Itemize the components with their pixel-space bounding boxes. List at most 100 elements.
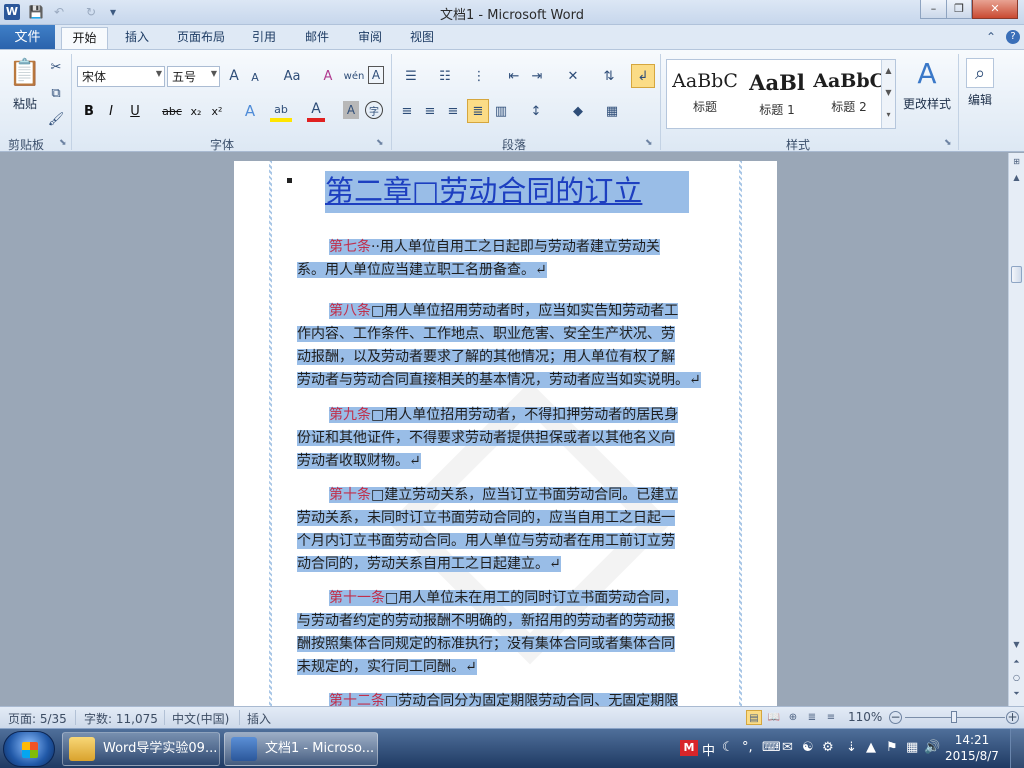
paragraph-article-10[interactable]: 第十条□建立劳动关系，应当订立书面劳动合同。已建立 劳动关系，未同时订立书面劳动… bbox=[297, 484, 715, 576]
paragraph-article-12[interactable]: 第十二条□劳动合同分为固定期限劳动合同、无固定期限 bbox=[297, 690, 715, 706]
bullets-icon[interactable]: ☰ bbox=[398, 66, 424, 86]
web-layout-icon[interactable]: ⊕ bbox=[785, 710, 801, 725]
ime-moon-icon[interactable]: ☾ bbox=[722, 740, 734, 755]
taskbar-item-explorer[interactable]: Word导学实验09... bbox=[62, 732, 220, 766]
help-icon[interactable]: ? bbox=[1006, 30, 1020, 44]
italic-button[interactable]: I bbox=[102, 101, 120, 121]
word-count-status[interactable]: 字数: 11,075 bbox=[84, 710, 158, 727]
ime-mode-label[interactable]: 中 bbox=[702, 740, 715, 759]
paragraph-borders-icon[interactable]: ▦ bbox=[600, 101, 624, 121]
font-name-combo[interactable]: 宋体 ▼ bbox=[77, 66, 165, 87]
ime-punct-icon[interactable]: °, bbox=[742, 740, 753, 755]
zoom-out-button[interactable]: − bbox=[889, 711, 902, 724]
find-binoculars-icon[interactable]: ⌕ bbox=[966, 58, 994, 88]
enclose-char-button[interactable]: 字 bbox=[365, 101, 383, 119]
tray-expand-icon[interactable]: ▲ bbox=[866, 740, 876, 755]
paste-icon[interactable]: 📋 bbox=[9, 56, 41, 90]
next-page-icon[interactable]: ⏷ bbox=[1010, 687, 1023, 701]
increase-indent-icon[interactable]: ⇥ bbox=[528, 66, 546, 86]
full-screen-reading-icon[interactable]: 📖 bbox=[766, 710, 782, 725]
print-layout-view-icon[interactable]: ▤ bbox=[746, 710, 762, 725]
tab-home[interactable]: 开始 bbox=[61, 27, 108, 50]
ime-settings-icon[interactable]: ⚙ bbox=[822, 740, 834, 755]
ime-expand-icon[interactable]: ⇣ bbox=[846, 740, 857, 755]
sort-icon[interactable]: ⇅ bbox=[598, 66, 620, 86]
previous-page-icon[interactable]: ⏶ bbox=[1010, 655, 1023, 669]
line-spacing-icon[interactable]: ↕ bbox=[524, 101, 548, 121]
page-count-status[interactable]: 页面: 5/35 bbox=[8, 710, 67, 727]
restore-button[interactable]: ❐ bbox=[946, 0, 972, 19]
zoom-in-button[interactable]: + bbox=[1006, 711, 1019, 724]
ruler-toggle-icon[interactable]: ⊞ bbox=[1010, 155, 1023, 169]
clipboard-launcher-icon[interactable]: ⬊ bbox=[59, 138, 67, 148]
font-color-button[interactable]: A bbox=[307, 100, 325, 122]
style-item-heading1[interactable]: AaBl 标题 1 bbox=[741, 62, 813, 124]
font-size-combo[interactable]: 五号 ▼ bbox=[167, 66, 220, 87]
paste-button[interactable]: 粘贴 bbox=[5, 94, 45, 112]
paragraph-article-8[interactable]: 第八条□用人单位招用劳动者时，应当如实告知劳动者工 作内容、工作条件、工作地点、… bbox=[297, 300, 715, 392]
char-border-icon[interactable]: A bbox=[368, 66, 384, 84]
draft-view-icon[interactable]: ≡ bbox=[823, 710, 839, 725]
ime-tools-icon[interactable]: ✉ bbox=[782, 740, 793, 755]
style-item-title[interactable]: AaBbC 标题 bbox=[669, 62, 741, 124]
ime-m-icon[interactable]: M bbox=[680, 740, 698, 756]
tab-page-layout[interactable]: 页面布局 bbox=[170, 27, 232, 50]
network-icon[interactable]: ▦ bbox=[906, 740, 918, 755]
volume-icon[interactable]: 🔊 bbox=[924, 740, 940, 755]
start-button[interactable] bbox=[3, 731, 55, 767]
system-clock[interactable]: 14:21 2015/8/7 bbox=[942, 732, 1002, 764]
zoom-slider-thumb[interactable] bbox=[951, 711, 957, 723]
tab-insert[interactable]: 插入 bbox=[115, 27, 159, 50]
underline-button[interactable]: U bbox=[126, 101, 144, 121]
change-styles-button[interactable]: 更改样式 bbox=[900, 94, 954, 112]
scroll-up-icon[interactable]: ▲ bbox=[1010, 171, 1023, 185]
paragraph-article-7[interactable]: 第七条··用人单位自用工之日起即与劳动者建立劳动关 系。用人单位应当建立职工名册… bbox=[297, 236, 715, 282]
collapse-ribbon-icon[interactable]: ⌃ bbox=[986, 30, 996, 44]
text-effects-button[interactable]: A bbox=[240, 100, 260, 122]
copy-icon[interactable]: ⧉ bbox=[47, 84, 65, 102]
outline-view-icon[interactable]: ≣ bbox=[804, 710, 820, 725]
scroll-thumb[interactable] bbox=[1011, 266, 1022, 283]
char-shading-button[interactable]: A bbox=[343, 101, 359, 119]
paragraph-article-11[interactable]: 第十一条□用人单位未在用工的同时订立书面劳动合同， 与劳动者约定的劳动报酬不明确… bbox=[297, 587, 715, 679]
multilevel-list-icon[interactable]: ⋮ bbox=[466, 66, 492, 86]
numbering-icon[interactable]: ☷ bbox=[432, 66, 458, 86]
zoom-level[interactable]: 110% bbox=[848, 710, 882, 724]
chinese-layout-icon[interactable]: ✕ bbox=[560, 66, 586, 86]
align-left-icon[interactable]: ≡ bbox=[398, 101, 416, 121]
decrease-indent-icon[interactable]: ⇤ bbox=[505, 66, 523, 86]
paragraph-article-9[interactable]: 第九条□用人单位招用劳动者，不得扣押劳动者的居民身 份证和其他证件，不得要求劳动… bbox=[297, 404, 715, 473]
browse-object-icon[interactable]: ○ bbox=[1010, 671, 1023, 685]
strikethrough-button[interactable]: abc bbox=[160, 101, 184, 121]
close-button[interactable]: ✕ bbox=[972, 0, 1018, 19]
format-painter-icon[interactable]: 🖌 bbox=[47, 110, 65, 128]
change-styles-icon[interactable]: A bbox=[912, 56, 942, 90]
show-marks-icon[interactable]: ↲ bbox=[631, 64, 655, 88]
gallery-scroll[interactable]: ▲ ▼ ▾ bbox=[881, 60, 895, 128]
styles-gallery[interactable]: AaBbC 标题 AaBl 标题 1 AaBbC 标题 2 ▲ ▼ ▾ bbox=[666, 59, 896, 129]
paragraph-shading-icon[interactable]: ◆ bbox=[566, 101, 590, 121]
bold-button[interactable]: B bbox=[80, 101, 98, 121]
tab-file[interactable]: 文件 bbox=[0, 25, 55, 50]
subscript-button[interactable]: x₂ bbox=[187, 101, 205, 121]
grow-font-icon[interactable]: A bbox=[225, 66, 243, 86]
paragraph-launcher-icon[interactable]: ⬊ bbox=[645, 138, 653, 148]
editing-button[interactable]: 编辑 bbox=[962, 90, 998, 108]
ime-skin-icon[interactable]: ☯ bbox=[802, 740, 814, 755]
tab-view[interactable]: 视图 bbox=[401, 27, 443, 50]
tab-review[interactable]: 审阅 bbox=[349, 27, 391, 50]
change-case-icon[interactable]: Aa bbox=[278, 66, 306, 86]
show-desktop-button[interactable] bbox=[1010, 729, 1024, 768]
scroll-down-icon[interactable]: ▼ bbox=[1010, 638, 1023, 652]
styles-launcher-icon[interactable]: ⬊ bbox=[944, 138, 952, 148]
insert-mode-status[interactable]: 插入 bbox=[247, 710, 271, 727]
ime-keyboard-icon[interactable]: ⌨ bbox=[762, 740, 781, 755]
style-item-heading2[interactable]: AaBbC 标题 2 bbox=[813, 62, 885, 124]
action-center-icon[interactable]: ⚑ bbox=[886, 740, 898, 755]
shrink-font-icon[interactable]: A bbox=[247, 68, 263, 86]
justify-icon[interactable]: ≣ bbox=[467, 99, 489, 123]
chapter-heading[interactable]: 第二章□劳动合同的订立 bbox=[325, 171, 689, 213]
phonetic-guide-icon[interactable]: wén bbox=[342, 66, 366, 86]
align-center-icon[interactable]: ≡ bbox=[421, 101, 439, 121]
font-launcher-icon[interactable]: ⬊ bbox=[376, 138, 384, 148]
